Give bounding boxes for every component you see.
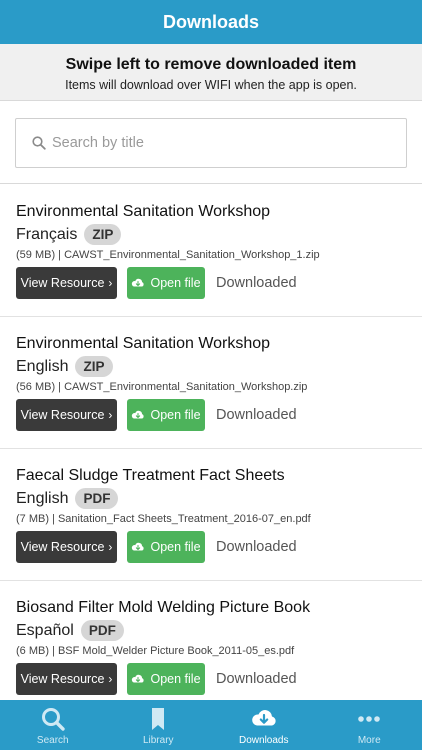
download-list: Environmental Sanitation Workshop França…	[0, 185, 422, 713]
view-resource-button[interactable]: View Resource ›	[16, 267, 117, 299]
search-icon	[32, 136, 46, 150]
language-row: Español PDF	[16, 620, 124, 641]
language-row: English ZIP	[16, 356, 113, 377]
more-dots-icon	[358, 716, 381, 722]
cloud-download-icon	[132, 278, 145, 287]
format-badge: PDF	[80, 620, 124, 641]
chevron-right-icon: ›	[108, 276, 113, 290]
view-resource-button[interactable]: View Resource ›	[16, 531, 117, 563]
view-resource-label: View Resource	[20, 540, 105, 554]
tab-search[interactable]: Search	[0, 700, 106, 750]
item-title: Biosand Filter Mold Welding Picture Book	[16, 599, 311, 616]
format-badge: PDF	[75, 488, 119, 509]
search-section	[0, 102, 422, 184]
cloud-download-icon	[251, 710, 276, 726]
search-icon	[41, 708, 65, 731]
list-item[interactable]: Faecal Sludge Treatment Fact Sheets Engl…	[0, 449, 422, 581]
chevron-right-icon: ›	[108, 540, 113, 554]
item-actions: View Resource › Open file Downloaded	[16, 399, 297, 431]
download-status: Downloaded	[216, 539, 297, 555]
item-actions: View Resource › Open file Downloaded	[16, 663, 297, 695]
format-badge: ZIP	[84, 224, 122, 245]
cloud-download-icon	[132, 674, 145, 683]
file-info: (7 MB) | Sanitation_Fact Sheets_Treatmen…	[16, 513, 311, 525]
page-title: Downloads	[162, 11, 259, 32]
open-file-button[interactable]: Open file	[127, 531, 205, 563]
tab-library[interactable]: Library	[106, 700, 212, 750]
list-item[interactable]: Biosand Filter Mold Welding Picture Book…	[0, 581, 422, 713]
open-file-label: Open file	[150, 672, 201, 686]
download-status: Downloaded	[216, 275, 297, 291]
item-language: Français	[16, 225, 78, 243]
tab-label: Downloads	[239, 735, 289, 746]
chevron-right-icon: ›	[108, 672, 113, 686]
search-input[interactable]	[52, 135, 382, 151]
file-info: (6 MB) | BSF Mold_Welder Picture Book_20…	[16, 645, 295, 657]
tab-more[interactable]: More	[317, 700, 422, 750]
open-file-label: Open file	[150, 408, 201, 422]
open-file-label: Open file	[150, 540, 201, 554]
item-actions: View Resource › Open file Downloaded	[16, 531, 297, 563]
list-item[interactable]: Environmental Sanitation Workshop Englis…	[0, 317, 422, 449]
list-item[interactable]: Environmental Sanitation Workshop França…	[0, 185, 422, 317]
tab-downloads[interactable]: Downloads	[211, 700, 317, 750]
open-file-button[interactable]: Open file	[127, 663, 205, 695]
notice-subline: Items will download over WIFI when the a…	[65, 78, 357, 92]
open-file-button[interactable]: Open file	[127, 399, 205, 431]
cloud-download-icon	[132, 542, 145, 551]
tab-label: More	[357, 735, 381, 746]
tab-bar: Search Library Downloads More	[0, 700, 422, 750]
notice-headline: Swipe left to remove downloaded item	[65, 56, 357, 73]
item-language: English	[16, 489, 69, 507]
search-box[interactable]	[15, 118, 407, 168]
open-file-button[interactable]: Open file	[127, 267, 205, 299]
view-resource-button[interactable]: View Resource ›	[16, 663, 117, 695]
file-info: (59 MB) | CAWST_Environmental_Sanitation…	[16, 249, 320, 261]
tab-label: Search	[36, 735, 69, 746]
file-info: (56 MB) | CAWST_Environmental_Sanitation…	[16, 381, 308, 393]
chevron-right-icon: ›	[108, 408, 113, 422]
bookmark-icon	[152, 708, 165, 730]
view-resource-button[interactable]: View Resource ›	[16, 399, 117, 431]
swipe-notice: Swipe left to remove downloaded item Ite…	[0, 44, 422, 101]
view-resource-label: View Resource	[20, 672, 105, 686]
view-resource-label: View Resource	[20, 408, 105, 422]
download-status: Downloaded	[216, 671, 297, 687]
item-title: Environmental Sanitation Workshop	[16, 335, 271, 352]
open-file-label: Open file	[150, 276, 201, 290]
language-row: English PDF	[16, 488, 119, 509]
item-title: Environmental Sanitation Workshop	[16, 203, 271, 220]
language-row: Français ZIP	[16, 224, 122, 245]
format-badge: ZIP	[75, 356, 113, 377]
item-title: Faecal Sludge Treatment Fact Sheets	[16, 467, 285, 484]
item-language: Español	[16, 621, 74, 639]
tab-label: Library	[142, 735, 174, 746]
view-resource-label: View Resource	[20, 276, 105, 290]
item-actions: View Resource › Open file Downloaded	[16, 267, 297, 299]
nav-bar: Downloads	[0, 0, 422, 44]
cloud-download-icon	[132, 410, 145, 419]
download-status: Downloaded	[216, 407, 297, 423]
item-language: English	[16, 357, 69, 375]
